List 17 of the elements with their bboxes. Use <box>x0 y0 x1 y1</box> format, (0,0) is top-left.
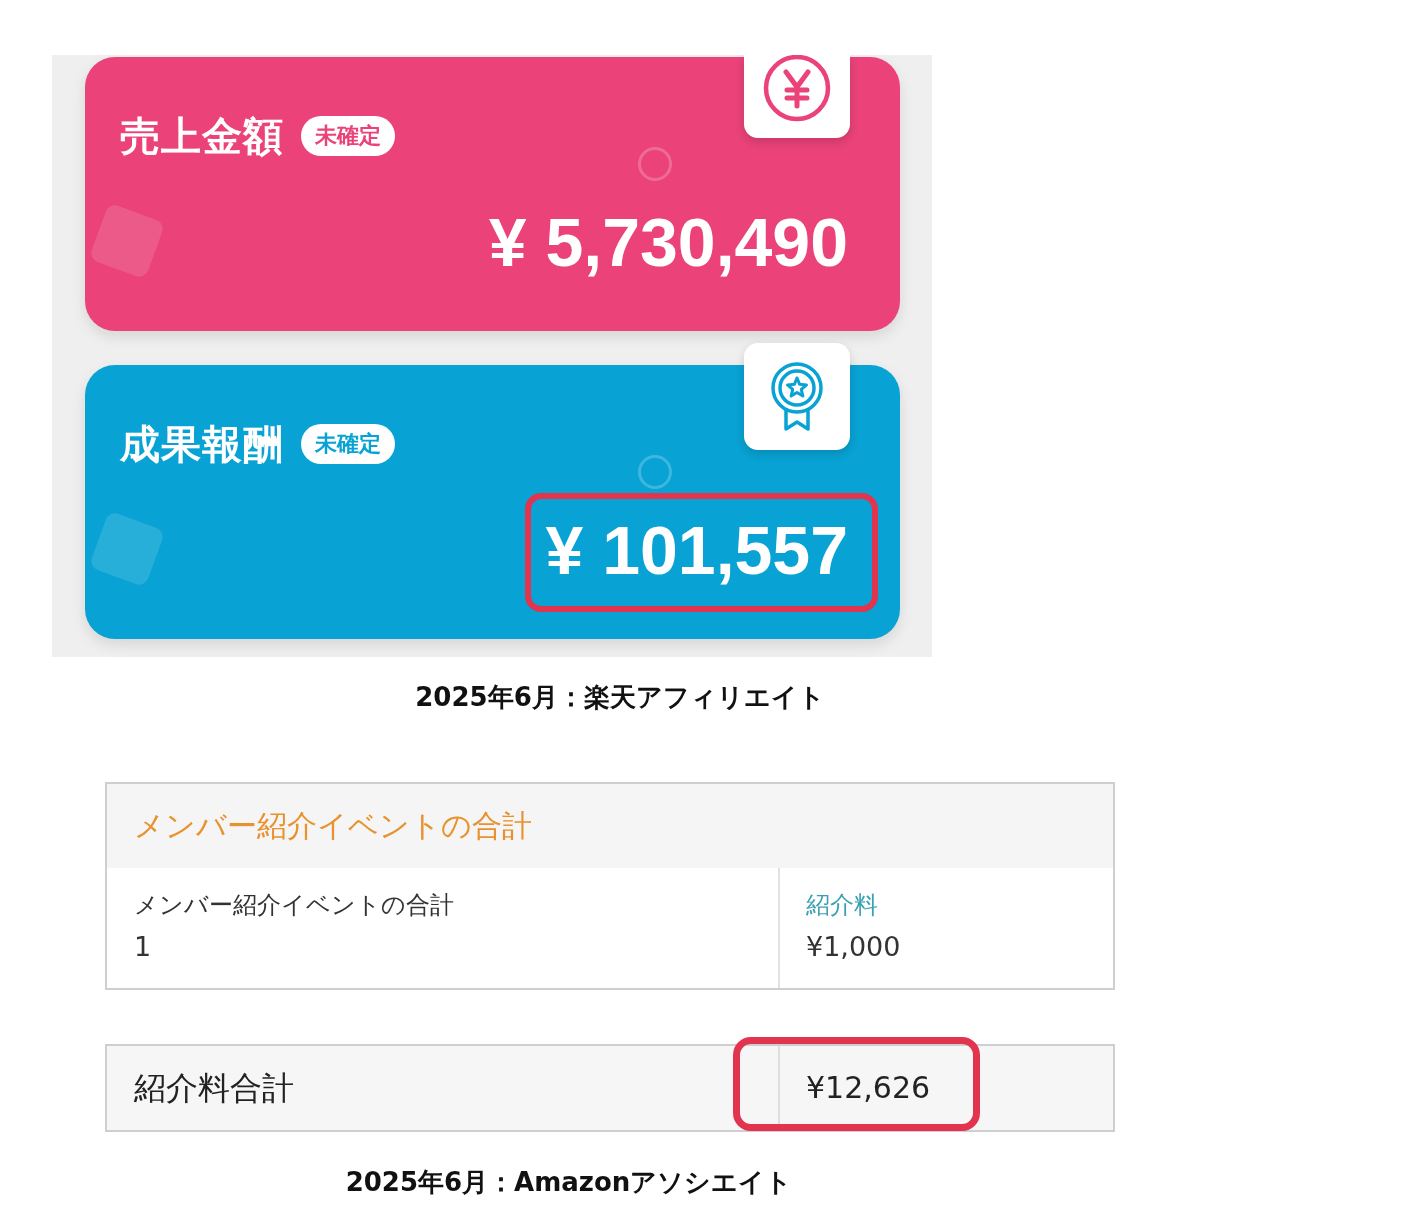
status-badge: 未確定 <box>301 116 395 156</box>
ring-icon <box>638 455 672 489</box>
total-label: 紹介料合計 <box>134 1068 294 1108</box>
amount-value: ¥ 101,557 <box>545 516 848 584</box>
card-title: 成果報酬 <box>120 420 284 468</box>
caption: 2025年6月：楽天アフィリエイト <box>415 682 825 712</box>
section-heading: メンバー紹介イベントの合計 <box>134 807 532 845</box>
status-badge: 未確定 <box>301 424 395 464</box>
metric-label: メンバー紹介イベントの合計 <box>134 890 454 920</box>
caption: 2025年6月：Amazonアソシエイト <box>345 1167 793 1197</box>
ring-icon <box>638 147 672 181</box>
total-value: ¥12,626 <box>806 1069 931 1107</box>
fee-link[interactable]: 紹介料 <box>806 890 878 920</box>
metric-value: ¥1,000 <box>806 930 901 964</box>
card-title: 売上金額 <box>120 112 284 160</box>
amount-value: ¥ 5,730,490 <box>488 208 848 276</box>
metric-value: 1 <box>134 930 152 964</box>
